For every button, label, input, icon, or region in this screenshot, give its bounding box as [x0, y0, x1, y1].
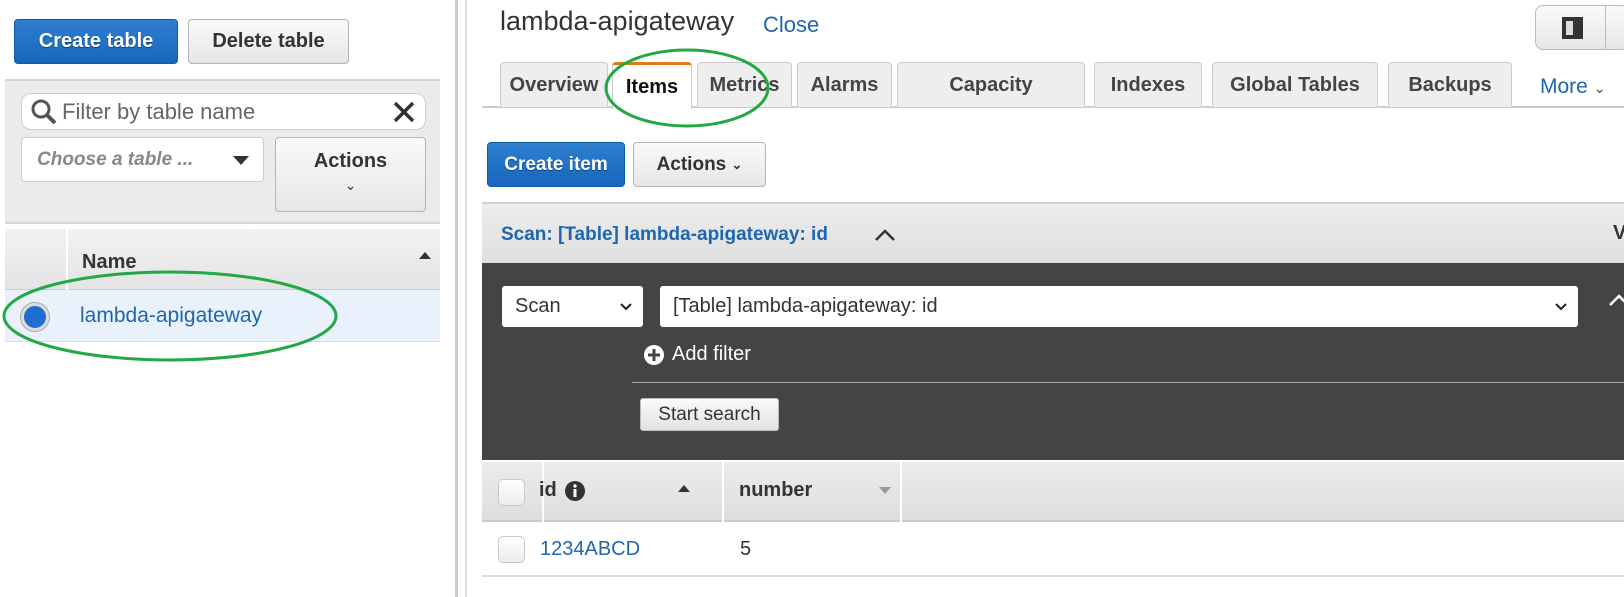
chevron-down-icon	[1555, 303, 1567, 311]
chevron-down-icon: ⌄	[1593, 80, 1606, 96]
item-id-link[interactable]: 1234ABCD	[540, 538, 640, 561]
collapse-icon[interactable]	[1608, 293, 1624, 307]
info-icon[interactable]	[565, 481, 585, 501]
chevron-up-icon[interactable]	[874, 228, 896, 242]
scan-target-select[interactable]: [Table] lambda-apigateway: id	[660, 286, 1578, 327]
sort-asc-icon[interactable]	[678, 485, 690, 492]
sort-asc-icon[interactable]	[419, 252, 431, 259]
left-actions-label: Actions	[313, 150, 388, 172]
plus-circle-icon	[644, 344, 664, 365]
split-view-icon	[1562, 17, 1583, 39]
filter-panel: Filter by table name Choose a table ... …	[5, 79, 440, 224]
page-title: lambda-apigateway	[500, 6, 735, 36]
table-radio[interactable]	[21, 303, 49, 331]
tab-indexes[interactable]: Indexes	[1094, 62, 1202, 107]
tab-alarms[interactable]: Alarms	[797, 62, 892, 107]
item-number: 5	[740, 538, 752, 560]
scan-header[interactable]: Scan: [Table] lambda-apigateway: id V	[482, 202, 1624, 263]
scan-target-value: [Table] lambda-apigateway: id	[673, 295, 938, 317]
table-list-header: Name	[5, 229, 440, 290]
filter-placeholder: Filter by table name	[62, 98, 256, 124]
close-link[interactable]: Close	[763, 12, 819, 38]
create-table-button[interactable]: Create table	[14, 19, 178, 64]
column-name[interactable]: Name	[82, 251, 136, 274]
panel-divider[interactable]	[455, 0, 458, 597]
layout-toggle-button[interactable]	[1535, 5, 1624, 50]
scan-mode-value: Scan	[515, 295, 561, 317]
column-id[interactable]: id	[539, 479, 557, 502]
left-actions-button[interactable]: Actions ⌄	[275, 137, 426, 212]
sort-desc-icon[interactable]	[879, 487, 891, 494]
scan-header-title: Scan: [Table] lambda-apigateway: id	[501, 224, 828, 245]
tab-metrics[interactable]: Metrics	[697, 62, 792, 107]
row-checkbox[interactable]	[498, 536, 525, 563]
table-row[interactable]: 1234ABCD 5	[482, 522, 1624, 577]
more-tabs-menu[interactable]: More ⌄	[1540, 75, 1605, 99]
more-label: More	[1540, 75, 1588, 98]
chevron-down-icon	[620, 303, 632, 311]
tab-backups[interactable]: Backups	[1388, 62, 1512, 107]
chevron-down-icon: ⌄	[731, 156, 743, 172]
select-all-checkbox[interactable]	[498, 479, 525, 506]
filter-input[interactable]: Filter by table name	[21, 93, 426, 130]
items-table-header: id number	[482, 460, 1624, 522]
start-search-button[interactable]: Start search	[640, 398, 779, 431]
add-filter-button[interactable]: Add filter	[644, 343, 751, 366]
search-icon	[31, 99, 57, 124]
column-number[interactable]: number	[739, 479, 812, 502]
chevron-down-icon: ⌄	[344, 177, 357, 193]
add-filter-label: Add filter	[672, 343, 751, 365]
table-row[interactable]: lambda-apigateway	[5, 290, 440, 342]
scan-header-right: V	[1613, 222, 1624, 244]
table-name-link[interactable]: lambda-apigateway	[80, 304, 262, 328]
choose-placeholder: Choose a table ...	[37, 148, 194, 170]
tab-capacity[interactable]: Capacity	[897, 62, 1085, 107]
scan-panel: Scan [Table] lambda-apigateway: id Add f…	[482, 263, 1624, 460]
scan-mode-select[interactable]: Scan	[502, 286, 643, 327]
delete-table-button[interactable]: Delete table	[188, 19, 349, 64]
table-chooser-select[interactable]: Choose a table ...	[21, 137, 264, 182]
tab-overview[interactable]: Overview	[500, 62, 608, 107]
tab-global-tables[interactable]: Global Tables	[1212, 62, 1378, 107]
clear-icon[interactable]	[393, 101, 415, 123]
caret-down-icon	[233, 156, 249, 165]
items-actions-button[interactable]: Actions ⌄	[633, 142, 766, 187]
tab-items[interactable]: Items	[612, 62, 692, 109]
create-item-button[interactable]: Create item	[487, 142, 625, 187]
actions-label: Actions	[656, 153, 727, 175]
